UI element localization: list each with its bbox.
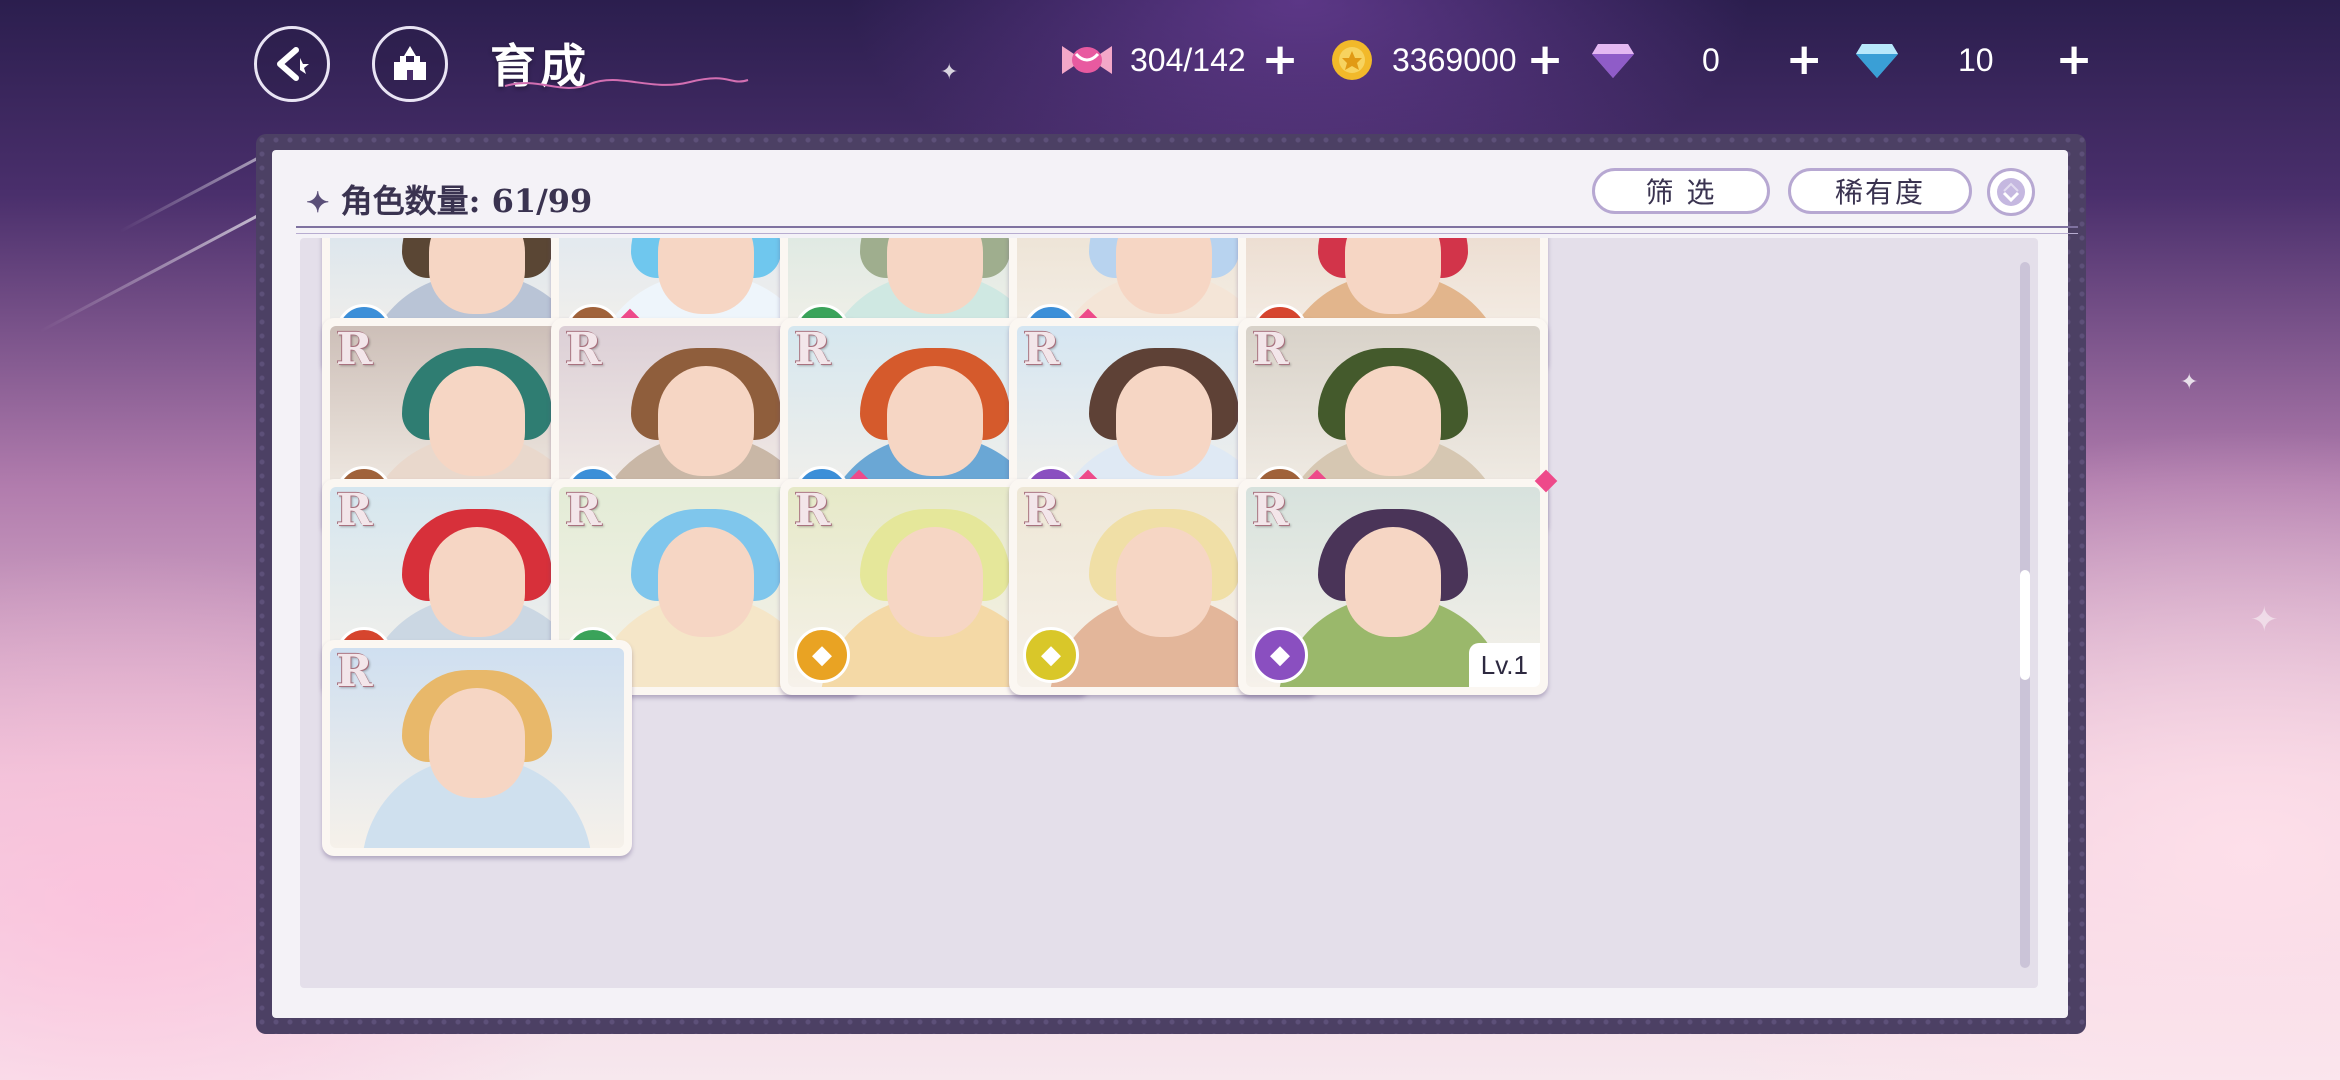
rarity-badge: R (565, 485, 602, 536)
gold-value: 3369000 (1392, 41, 1517, 78)
chevron-down-icon (1997, 178, 2025, 206)
character-face (1345, 366, 1441, 476)
character-face (658, 366, 754, 476)
character-face (1116, 366, 1212, 476)
rarity-badge: R (336, 646, 373, 697)
sort-rarity-button[interactable]: 稀有度 (1788, 168, 1972, 214)
header-divider (296, 226, 2078, 234)
class-icon: ◆ (794, 627, 850, 683)
rarity-badge: R (794, 324, 831, 375)
character-card[interactable]: R (322, 640, 632, 856)
back-arrow-icon (277, 47, 309, 81)
add-gem-button[interactable]: + (1786, 38, 1823, 82)
diamond-value: 10 (1958, 41, 1994, 78)
character-face (429, 527, 525, 637)
back-button[interactable] (254, 26, 330, 102)
gem-currency: 0 + (1590, 34, 1823, 86)
sparkle-icon: ✦ (2250, 600, 2279, 640)
rarity-badge: R (565, 324, 602, 375)
add-diamond-button[interactable]: + (2056, 38, 2093, 82)
sparkle-icon: ✦ (2180, 370, 2199, 395)
character-face (887, 366, 983, 476)
character-face (887, 527, 983, 637)
character-face (1116, 527, 1212, 637)
rarity-badge: R (1023, 485, 1060, 536)
rarity-badge: R (1252, 485, 1289, 536)
castle-icon (394, 46, 426, 80)
character-face (429, 366, 525, 476)
blue-diamond-icon (1856, 44, 1898, 78)
candy-value: 304/142 (1130, 41, 1246, 78)
sparkle-icon: ✦ (306, 186, 330, 219)
rarity-badge: R (1252, 324, 1289, 375)
add-gold-button[interactable]: + (1527, 38, 1564, 82)
candy-currency: 304/142 + (1058, 34, 1299, 86)
candy-icon (1062, 46, 1112, 74)
filter-button[interactable]: 筛 选 (1592, 168, 1770, 214)
light-streak (119, 155, 262, 233)
sparkle-icon: ✦ (940, 60, 959, 85)
title-swirl-decoration (504, 77, 749, 89)
class-icon: ◆ (1023, 627, 1079, 683)
character-grid: SR◆Lv.1R◆Lv.1R◆Lv.1R◆Lv.1R◆Lv.40R◆Lv.1R◆… (300, 238, 2038, 988)
character-face (1345, 527, 1441, 637)
character-card[interactable]: R ◆ Lv.1 (1238, 469, 1558, 695)
home-button[interactable] (372, 26, 448, 102)
gold-coin-icon (1332, 40, 1372, 80)
level-label: Lv.1 (1468, 643, 1540, 687)
purple-gem-icon (1592, 44, 1634, 78)
rarity-badge: R (336, 485, 373, 536)
gem-value: 0 (1702, 41, 1720, 78)
character-face (429, 688, 525, 798)
character-portrait (330, 648, 624, 848)
character-count: ✦ 角色数量: 61/99 (306, 182, 593, 220)
scrollbar-thumb[interactable] (2020, 570, 2030, 680)
diamond-currency: 10 + (1854, 34, 2092, 86)
add-candy-button[interactable]: + (1262, 38, 1299, 82)
rarity-badge: R (1023, 324, 1060, 375)
sort-order-button[interactable] (1987, 168, 2035, 216)
character-face (658, 527, 754, 637)
rarity-badge: R (794, 485, 831, 536)
class-icon: ◆ (1252, 627, 1308, 683)
gold-currency: 3369000 + (1330, 34, 1563, 86)
rarity-badge: R (336, 324, 373, 375)
